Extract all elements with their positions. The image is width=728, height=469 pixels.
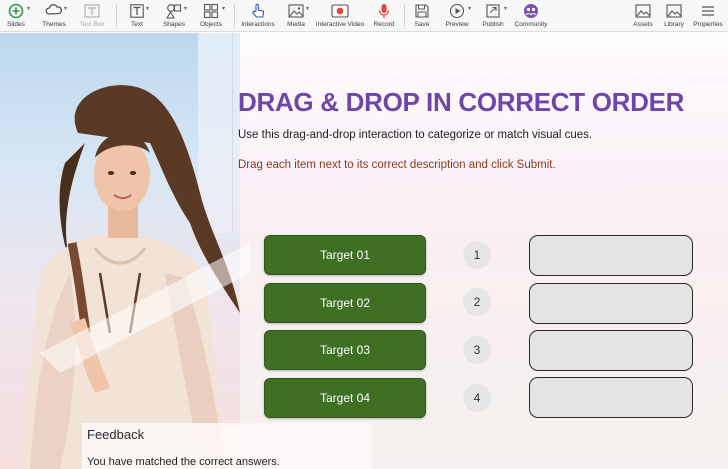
slide-subtitle[interactable]: Use this drag-and-drop interaction to ca… [238, 129, 718, 141]
shapes-button[interactable]: Shapes [162, 0, 186, 32]
order-number-4: 4 [463, 384, 491, 412]
slide-canvas[interactable]: DRAG & DROP IN CORRECT ORDER Use this dr… [0, 33, 728, 469]
drag-target-3[interactable]: Target 03 [264, 330, 426, 370]
media-icon [285, 2, 307, 20]
chevron-down-icon[interactable]: ▾ [64, 5, 67, 12]
themes-icon [43, 2, 65, 20]
drag-target-4[interactable]: Target 04 [264, 378, 426, 418]
chevron-down-icon[interactable]: ▾ [504, 5, 507, 12]
community-icon [520, 2, 542, 20]
toolbar-separator [116, 4, 117, 28]
microphone-icon [373, 2, 395, 20]
drop-zone-4[interactable] [529, 377, 693, 418]
feedback-message: You have matched the correct answers. [87, 456, 280, 468]
text-icon [126, 2, 148, 20]
add-circle-icon [5, 2, 27, 20]
slide-title[interactable]: DRAG & DROP IN CORRECT ORDER [238, 87, 708, 118]
objects-button[interactable]: Objects [198, 0, 224, 32]
library-icon [663, 2, 685, 20]
interactive-video-icon [329, 2, 351, 20]
chevron-down-icon[interactable]: ▾ [222, 5, 225, 12]
chevron-down-icon[interactable]: ▾ [306, 5, 309, 12]
publish-icon [482, 2, 504, 20]
media-button[interactable]: Media [284, 0, 308, 32]
interactive-video-button[interactable]: Interactive Video [316, 0, 364, 32]
drag-target-2[interactable]: Target 02 [264, 283, 426, 323]
assets-icon [632, 2, 654, 20]
menu-icon [697, 2, 719, 20]
community-button[interactable]: Community [514, 0, 548, 32]
chevron-down-icon[interactable]: ▾ [27, 5, 30, 12]
properties-button[interactable]: Properties [692, 0, 724, 32]
publish-button[interactable]: Publish [480, 0, 506, 32]
text-button[interactable]: Text [126, 0, 148, 32]
text-box-button[interactable]: Text Box [78, 0, 106, 32]
woman-photo[interactable] [0, 73, 250, 469]
chevron-down-icon[interactable]: ▾ [468, 5, 471, 12]
slides-button[interactable]: Slides [4, 0, 28, 32]
play-icon [446, 2, 468, 20]
toolbar: Slides ▾ Themes ▾ Text Box Text ▾ Shapes… [0, 0, 728, 32]
toolbar-separator [234, 4, 235, 28]
save-button[interactable]: Save [410, 0, 434, 32]
interactions-button[interactable]: Interactions [240, 0, 276, 32]
order-number-1: 1 [463, 241, 491, 269]
chevron-down-icon[interactable]: ▾ [146, 5, 149, 12]
objects-icon [200, 2, 222, 20]
shapes-icon [163, 2, 185, 20]
feedback-box[interactable]: Feedback You have matched the correct an… [82, 423, 372, 469]
slide-instruction[interactable]: Drag each item next to its correct descr… [238, 159, 718, 171]
preview-button[interactable]: Preview [444, 0, 470, 32]
drop-zone-3[interactable] [529, 330, 693, 371]
library-button[interactable]: Library [662, 0, 686, 32]
record-button[interactable]: Record [372, 0, 396, 32]
order-number-3: 3 [463, 336, 491, 364]
assets-button[interactable]: Assets [632, 0, 654, 32]
drop-zone-1[interactable] [529, 235, 693, 276]
chevron-down-icon[interactable]: ▾ [184, 5, 187, 12]
drag-target-1[interactable]: Target 01 [264, 235, 426, 275]
text-box-icon [81, 2, 103, 20]
toolbar-separator [404, 4, 405, 28]
feedback-title: Feedback [87, 427, 145, 442]
drop-zone-2[interactable] [529, 283, 693, 324]
hand-pointer-icon [247, 2, 269, 20]
save-icon [411, 2, 433, 20]
order-number-2: 2 [463, 288, 491, 316]
